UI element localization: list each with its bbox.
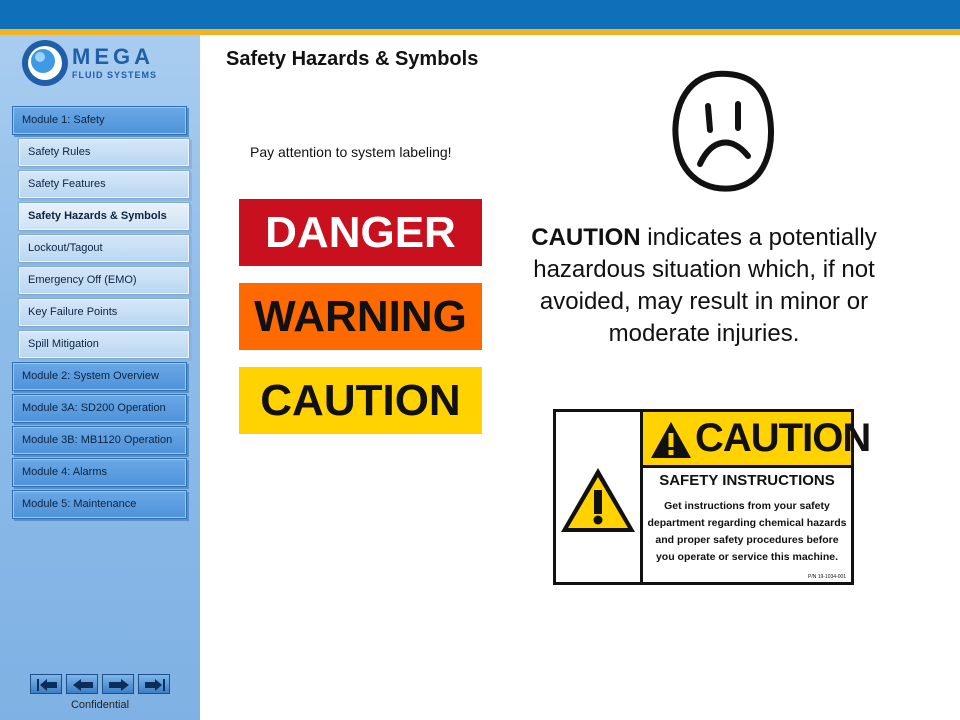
- label-header-text: CAUTION: [695, 416, 871, 460]
- label-symbol-panel: [556, 412, 643, 582]
- logo-name: MEGA: [72, 44, 154, 69]
- label-body-text: Get instructions from your safety depart…: [647, 500, 847, 563]
- warning-sign: WARNING: [239, 283, 482, 350]
- previous-page-icon: [73, 679, 93, 691]
- next-page-button[interactable]: [102, 674, 134, 694]
- label-header: CAUTION: [643, 412, 871, 468]
- label-subheader: SAFETY INSTRUCTIONS: [659, 472, 835, 489]
- caution-description: CAUTION indicates a potentially hazardou…: [515, 222, 893, 350]
- caution-label-image: CAUTION SAFETY INSTRUCTIONS Get instruct…: [553, 409, 871, 585]
- sidebar-item-module-2-system-overview[interactable]: Module 2: System Overview: [12, 362, 187, 391]
- page-navigation: [30, 674, 174, 696]
- sidebar-item-module-4-alarms[interactable]: Module 4: Alarms: [12, 458, 187, 487]
- danger-sign: DANGER: [239, 199, 482, 266]
- previous-page-button[interactable]: [66, 674, 98, 694]
- sidebar-item-safety-hazards-symbols[interactable]: Safety Hazards & Symbols: [18, 202, 190, 231]
- sidebar-item-safety-features[interactable]: Safety Features: [18, 170, 190, 199]
- sidebar-item-module-3b-mb1120-operation[interactable]: Module 3B: MB1120 Operation: [12, 426, 187, 455]
- first-page-button[interactable]: [30, 674, 62, 694]
- company-logo: MEGA FLUID SYSTEMS: [20, 38, 180, 88]
- sidebar-item-lockout-tagout[interactable]: Lockout/Tagout: [18, 234, 190, 263]
- top-banner: [0, 0, 960, 29]
- next-page-icon: [109, 679, 129, 691]
- sidebar-item-spill-mitigation[interactable]: Spill Mitigation: [18, 330, 190, 359]
- sad-face-icon: [672, 70, 774, 192]
- last-page-button[interactable]: [138, 674, 170, 694]
- logo-tagline: FLUID SYSTEMS: [72, 70, 158, 80]
- last-page-icon: [145, 679, 165, 691]
- sidebar-item-module-3a-sd200-operation[interactable]: Module 3A: SD200 Operation: [12, 394, 187, 423]
- warning-triangle-icon: [561, 468, 635, 532]
- caution-sign: CAUTION: [239, 367, 482, 434]
- logo-globe-icon: [22, 40, 68, 86]
- label-alert-icon: [651, 422, 691, 458]
- labeling-note: Pay attention to system labeling!: [250, 144, 452, 160]
- first-page-icon: [37, 679, 57, 691]
- caution-keyword: CAUTION: [531, 224, 641, 251]
- confidential-footer: Confidential: [70, 699, 130, 711]
- slide-title: Safety Hazards & Symbols: [226, 48, 479, 70]
- sidebar-item-module-5-maintenance[interactable]: Module 5: Maintenance: [12, 490, 187, 519]
- sidebar-item-emergency-off-emo[interactable]: Emergency Off (EMO): [18, 266, 190, 295]
- sidebar-item-module-1-safety[interactable]: Module 1: Safety: [12, 106, 187, 135]
- sidebar-item-key-failure-points[interactable]: Key Failure Points: [18, 298, 190, 327]
- sidebar-item-safety-rules[interactable]: Safety Rules: [18, 138, 190, 167]
- label-part-number: P/N 19-1034-001: [808, 574, 847, 580]
